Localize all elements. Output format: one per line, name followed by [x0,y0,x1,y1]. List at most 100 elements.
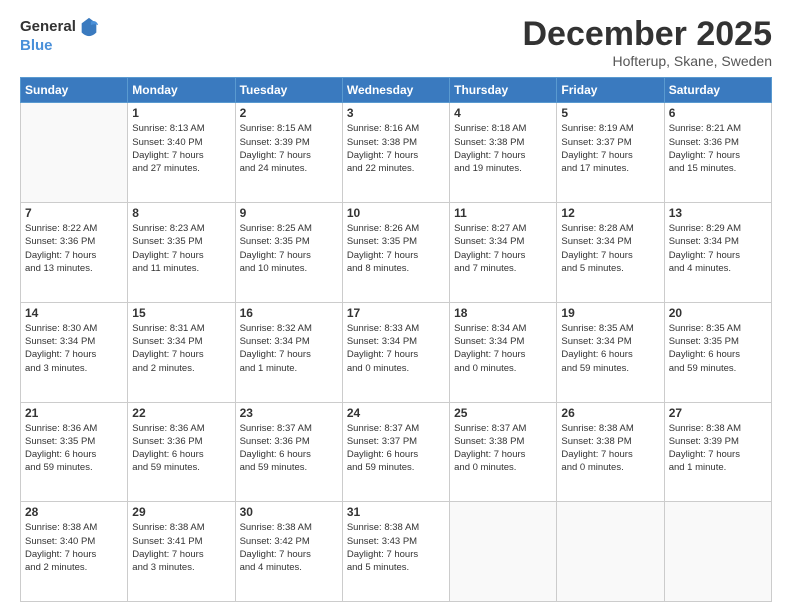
table-row: 6Sunrise: 8:21 AMSunset: 3:36 PMDaylight… [664,103,771,203]
table-row: 5 Sunrise: 8:19 AMSunset: 3:37 PMDaylight… [557,103,664,203]
table-row: 14Sunrise: 8:30 AMSunset: 3:34 PMDayligh… [21,302,128,402]
table-row [664,502,771,602]
day-number: 7 [25,206,123,220]
day-info: Sunrise: 8:38 AMSunset: 3:41 PMDaylight:… [132,521,230,574]
day-number: 27 [669,406,767,420]
calendar-table: Sunday Monday Tuesday Wednesday Thursday… [20,77,772,602]
day-number: 26 [561,406,659,420]
table-row: 25 Sunrise: 8:37 AMSunset: 3:38 PMDayligh… [450,402,557,502]
table-row: 1 Sunrise: 8:13 AMSunset: 3:40 PMDaylight… [128,103,235,203]
table-row: 21 Sunrise: 8:36 AMSunset: 3:35 PMDayligh… [21,402,128,502]
header-friday: Friday [557,78,664,103]
day-number: 4 [454,106,552,120]
day-info: Sunrise: 8:16 AMSunset: 3:38 PMDaylight:… [347,122,445,175]
table-row [450,502,557,602]
day-info: Sunrise: 8:18 AMSunset: 3:38 PMDaylight:… [454,122,552,175]
table-row: 18Sunrise: 8:34 AMSunset: 3:34 PMDayligh… [450,302,557,402]
header-sunday: Sunday [21,78,128,103]
day-info: Sunrise: 8:37 AMSunset: 3:36 PMDaylight:… [240,422,338,475]
day-info: Sunrise: 8:34 AMSunset: 3:34 PMDaylight:… [454,322,552,375]
day-info: Sunrise: 8:38 AMSunset: 3:39 PMDaylight:… [669,422,767,475]
day-number: 11 [454,206,552,220]
table-row: 27 Sunrise: 8:38 AMSunset: 3:39 PMDayligh… [664,402,771,502]
day-number: 12 [561,206,659,220]
table-row: 4 Sunrise: 8:18 AMSunset: 3:38 PMDaylight… [450,103,557,203]
day-info: Sunrise: 8:29 AMSunset: 3:34 PMDaylight:… [669,222,767,275]
calendar-row-3: 21 Sunrise: 8:36 AMSunset: 3:35 PMDayligh… [21,402,772,502]
calendar-row-1: 7 Sunrise: 8:22 AMSunset: 3:36 PMDaylight… [21,203,772,303]
table-row: 13 Sunrise: 8:29 AMSunset: 3:34 PMDayligh… [664,203,771,303]
header-tuesday: Tuesday [235,78,342,103]
day-info: Sunrise: 8:27 AMSunset: 3:34 PMDaylight:… [454,222,552,275]
table-row: 17 Sunrise: 8:33 AMSunset: 3:34 PMDayligh… [342,302,449,402]
header-monday: Monday [128,78,235,103]
day-info: Sunrise: 8:38 AMSunset: 3:40 PMDaylight:… [25,521,123,574]
title-area: December 2025 Hofterup, Skane, Sweden [522,16,772,69]
day-info: Sunrise: 8:25 AMSunset: 3:35 PMDaylight:… [240,222,338,275]
day-info: Sunrise: 8:37 AMSunset: 3:38 PMDaylight:… [454,422,552,475]
day-number: 21 [25,406,123,420]
table-row: 19Sunrise: 8:35 AMSunset: 3:34 PMDayligh… [557,302,664,402]
day-info: Sunrise: 8:35 AMSunset: 3:35 PMDaylight:… [669,322,767,375]
day-number: 28 [25,505,123,519]
day-info: Sunrise: 8:33 AMSunset: 3:34 PMDaylight:… [347,322,445,375]
day-info: Sunrise: 8:22 AMSunset: 3:36 PMDaylight:… [25,222,123,275]
header-saturday: Saturday [664,78,771,103]
day-info: Sunrise: 8:31 AMSunset: 3:34 PMDaylight:… [132,322,230,375]
table-row: 29 Sunrise: 8:38 AMSunset: 3:41 PMDayligh… [128,502,235,602]
header: General Blue December 2025 Hofterup, Ska… [20,16,772,69]
calendar-row-2: 14Sunrise: 8:30 AMSunset: 3:34 PMDayligh… [21,302,772,402]
day-number: 8 [132,206,230,220]
table-row: 9Sunrise: 8:25 AMSunset: 3:35 PMDaylight… [235,203,342,303]
page: General Blue December 2025 Hofterup, Ska… [0,0,792,612]
day-number: 15 [132,306,230,320]
month-title: December 2025 [522,16,772,53]
table-row: 16Sunrise: 8:32 AMSunset: 3:34 PMDayligh… [235,302,342,402]
table-row: 11 Sunrise: 8:27 AMSunset: 3:34 PMDayligh… [450,203,557,303]
table-row: 15 Sunrise: 8:31 AMSunset: 3:34 PMDayligh… [128,302,235,402]
day-number: 13 [669,206,767,220]
table-row: 26 Sunrise: 8:38 AMSunset: 3:38 PMDayligh… [557,402,664,502]
day-number: 29 [132,505,230,519]
table-row: 24 Sunrise: 8:37 AMSunset: 3:37 PMDayligh… [342,402,449,502]
day-info: Sunrise: 8:26 AMSunset: 3:35 PMDaylight:… [347,222,445,275]
day-info: Sunrise: 8:37 AMSunset: 3:37 PMDaylight:… [347,422,445,475]
day-info: Sunrise: 8:32 AMSunset: 3:34 PMDaylight:… [240,322,338,375]
day-number: 5 [561,106,659,120]
table-row: 22 Sunrise: 8:36 AMSunset: 3:36 PMDayligh… [128,402,235,502]
day-info: Sunrise: 8:38 AMSunset: 3:42 PMDaylight:… [240,521,338,574]
day-number: 31 [347,505,445,519]
logo-general: General [20,19,76,36]
table-row: 28 Sunrise: 8:38 AMSunset: 3:40 PMDayligh… [21,502,128,602]
day-info: Sunrise: 8:21 AMSunset: 3:36 PMDaylight:… [669,122,767,175]
calendar-row-4: 28 Sunrise: 8:38 AMSunset: 3:40 PMDayligh… [21,502,772,602]
day-number: 22 [132,406,230,420]
logo-icon [78,16,100,38]
calendar-row-0: 1 Sunrise: 8:13 AMSunset: 3:40 PMDaylight… [21,103,772,203]
table-row: 3Sunrise: 8:16 AMSunset: 3:38 PMDaylight… [342,103,449,203]
day-number: 24 [347,406,445,420]
day-number: 20 [669,306,767,320]
table-row: 30 Sunrise: 8:38 AMSunset: 3:42 PMDayligh… [235,502,342,602]
day-info: Sunrise: 8:38 AMSunset: 3:38 PMDaylight:… [561,422,659,475]
day-info: Sunrise: 8:15 AMSunset: 3:39 PMDaylight:… [240,122,338,175]
table-row: 12Sunrise: 8:28 AMSunset: 3:34 PMDayligh… [557,203,664,303]
day-number: 14 [25,306,123,320]
day-number: 1 [132,106,230,120]
day-number: 17 [347,306,445,320]
logo: General Blue [20,16,100,55]
day-info: Sunrise: 8:36 AMSunset: 3:35 PMDaylight:… [25,422,123,475]
day-info: Sunrise: 8:19 AMSunset: 3:37 PMDaylight:… [561,122,659,175]
header-wednesday: Wednesday [342,78,449,103]
table-row: 8Sunrise: 8:23 AMSunset: 3:35 PMDaylight… [128,203,235,303]
day-number: 19 [561,306,659,320]
weekday-header-row: Sunday Monday Tuesday Wednesday Thursday… [21,78,772,103]
day-number: 2 [240,106,338,120]
day-info: Sunrise: 8:36 AMSunset: 3:36 PMDaylight:… [132,422,230,475]
table-row: 31 Sunrise: 8:38 AMSunset: 3:43 PMDayligh… [342,502,449,602]
table-row [21,103,128,203]
day-number: 30 [240,505,338,519]
day-info: Sunrise: 8:38 AMSunset: 3:43 PMDaylight:… [347,521,445,574]
day-info: Sunrise: 8:13 AMSunset: 3:40 PMDaylight:… [132,122,230,175]
day-number: 25 [454,406,552,420]
